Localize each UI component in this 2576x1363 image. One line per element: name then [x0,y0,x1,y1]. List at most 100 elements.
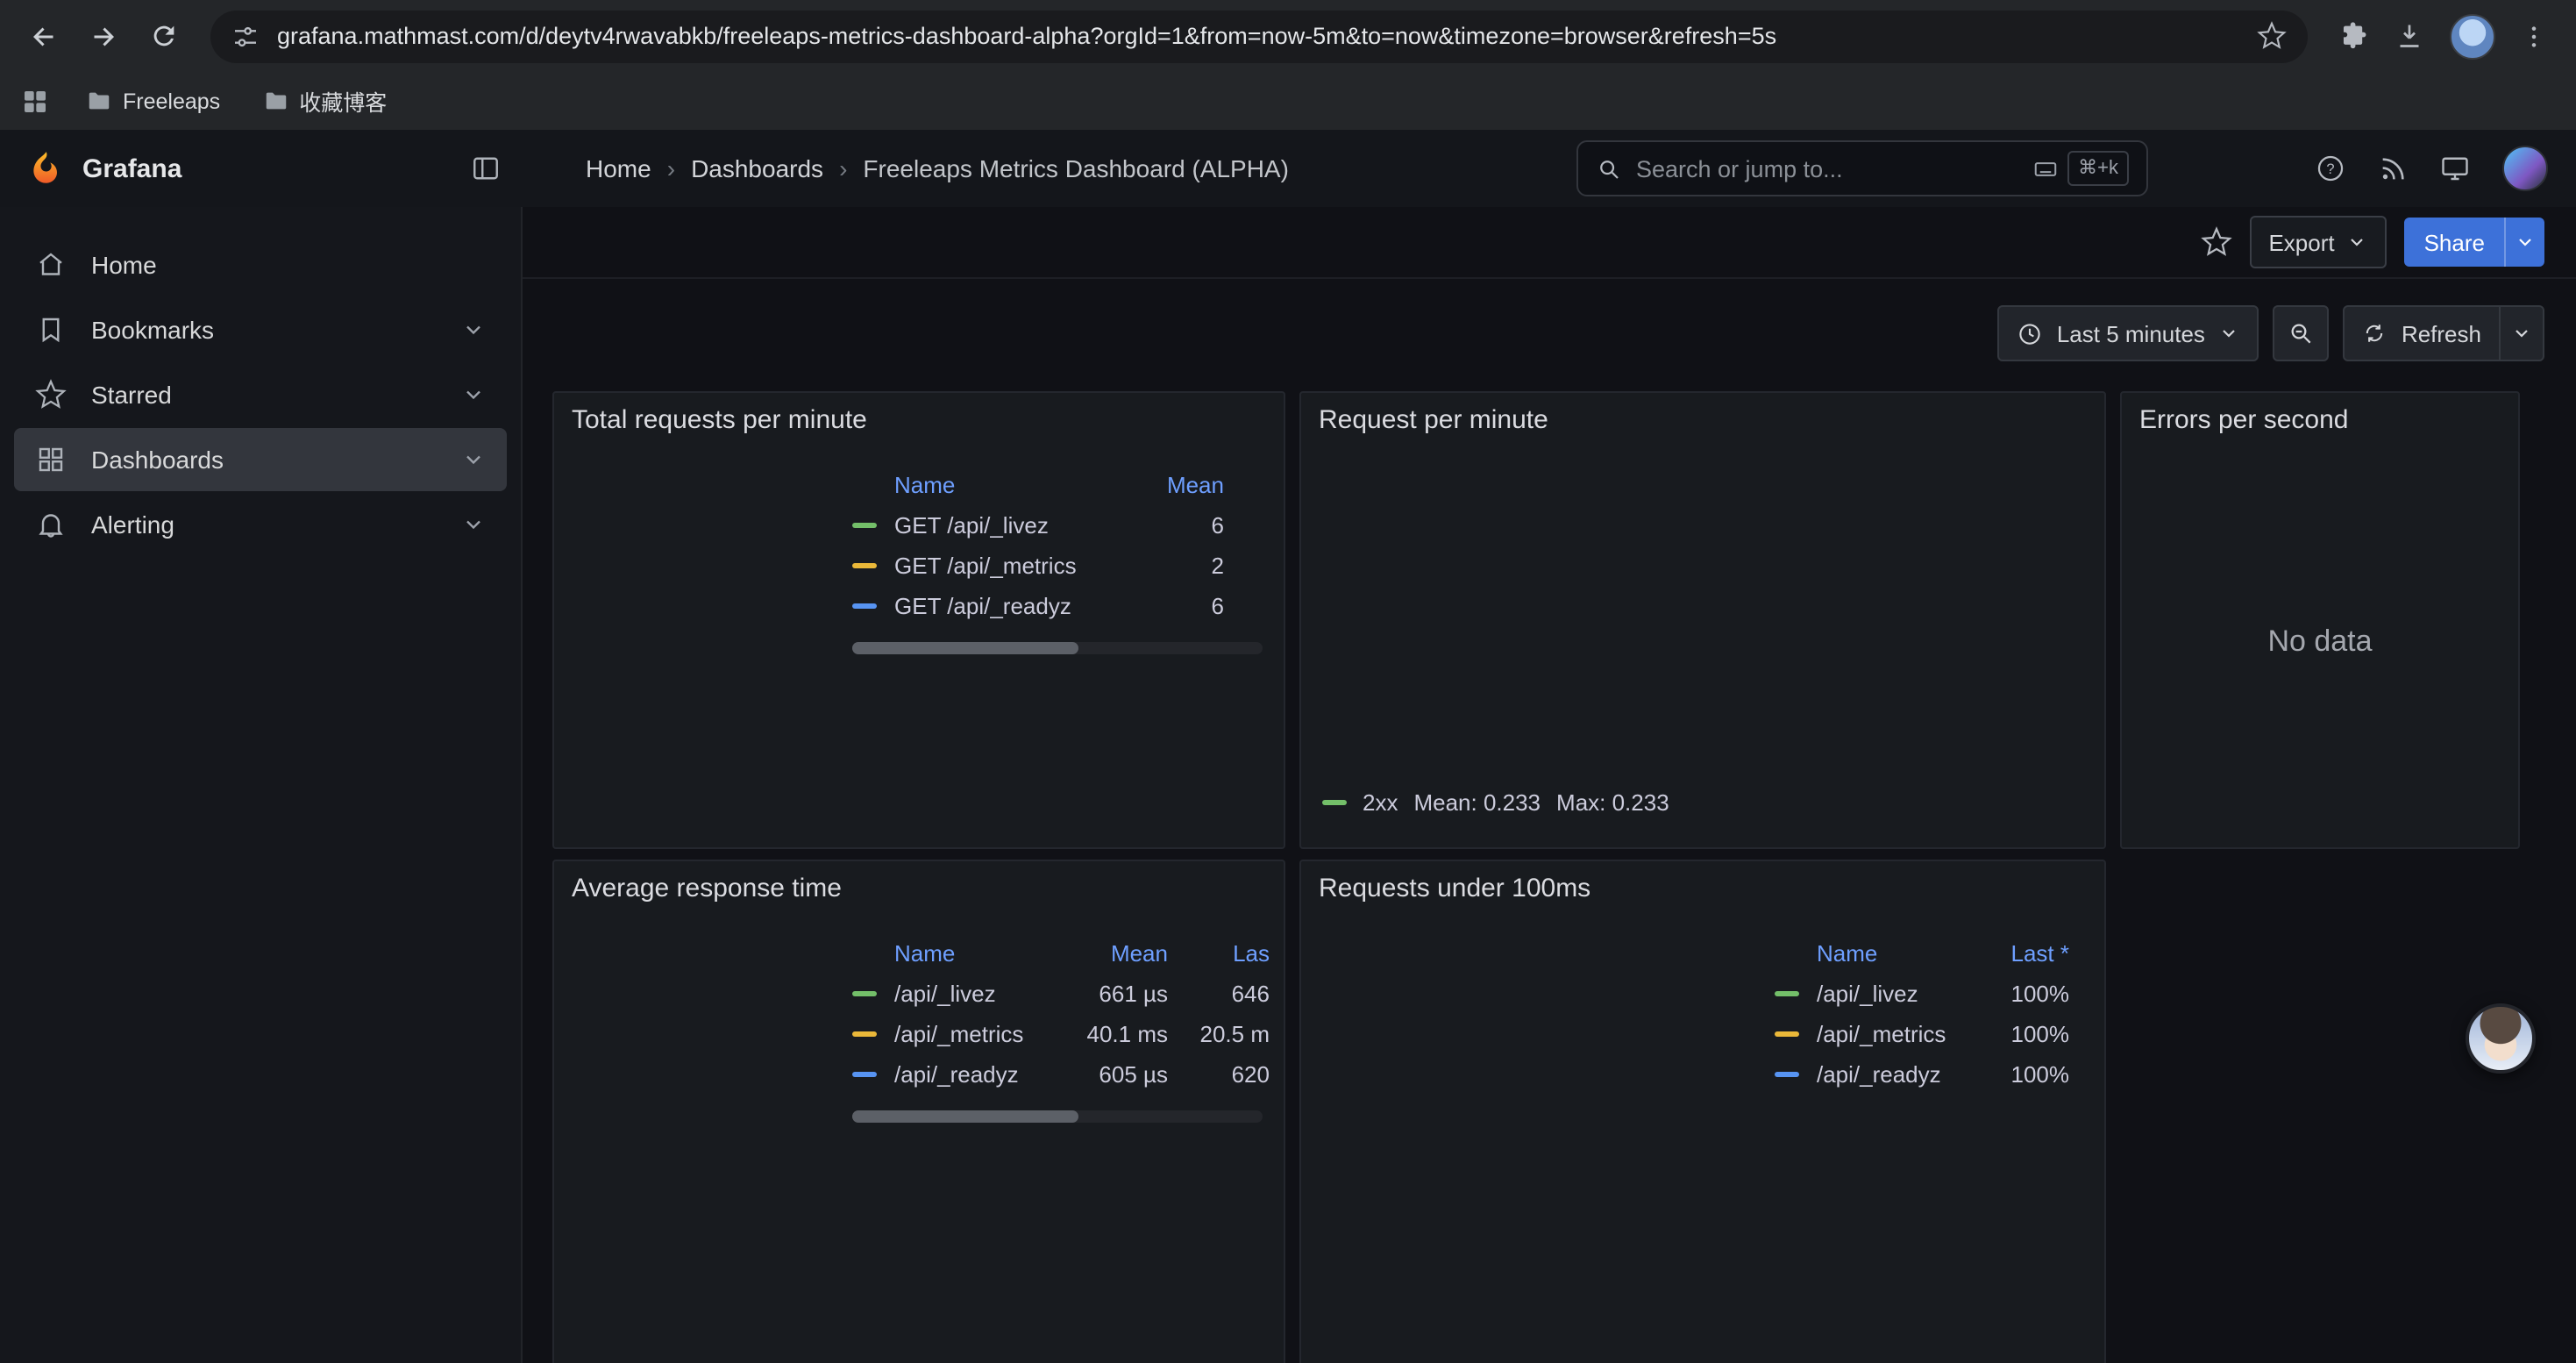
export-button[interactable]: Export [2249,216,2387,268]
bookmark-item[interactable]: Freeleaps [70,82,236,119]
chevron-down-icon[interactable] [461,447,486,472]
panel-legend: Name Mean GET /api/_livez 6 GET /api/_me… [852,463,1224,626]
legend-row[interactable]: /api/_readyz 100% [1775,1054,2069,1095]
legend-row[interactable]: GET /api/_livez 6 [852,505,1224,546]
bookmark-icon [35,314,67,346]
legend-row[interactable]: /api/_metrics 100% [1775,1014,2069,1054]
sidebar-item-starred[interactable]: Starred [14,363,507,426]
breadcrumb-home[interactable]: Home [586,154,651,182]
breadcrumb-separator: › [667,154,675,182]
legend-row[interactable]: GET /api/_metrics 2 [852,546,1224,586]
series-color-swatch [852,603,877,609]
dock-sidebar-icon[interactable] [470,153,502,184]
brand: Grafana [0,148,523,189]
bookmark-item[interactable]: 收藏博客 [246,79,402,123]
share-button[interactable]: Share [2405,218,2544,267]
share-menu-caret[interactable] [2504,218,2544,267]
legend-row[interactable]: /api/_metrics 40.1 ms 20.5 m [852,1014,1270,1054]
clock-icon [2017,320,2043,346]
sidebar-item-label: Bookmarks [91,316,214,344]
dashboards-grid-icon [35,444,67,475]
sidebar-item-dashboards[interactable]: Dashboards [14,428,507,491]
address-bar[interactable]: grafana.mathmast.com/d/deytv4rwavabkb/fr… [210,10,2308,62]
caret-down-icon [2511,323,2532,344]
series-mean: 40.1 ms [1085,1021,1168,1047]
legend-row[interactable]: /api/_livez 100% [1775,974,2069,1014]
bookmark-star-icon[interactable] [2257,21,2287,51]
keyboard-icon [2032,155,2059,182]
legend-scrollbar[interactable] [852,642,1263,654]
panel-grid: Total requests per minute Name Mean GET … [552,391,2576,1363]
sidebar-item-alerting[interactable]: Alerting [14,493,507,556]
legend-row[interactable]: /api/_livez 661 µs 646 [852,974,1270,1014]
series-name: /api/_livez [1817,981,2011,1007]
sidebar-item-label: Alerting [91,510,174,539]
legend-header-mean[interactable]: Mean [1043,939,1168,966]
extensions-icon[interactable] [2339,21,2369,51]
search-input[interactable]: Search or jump to... ⌘+k [1576,140,2148,196]
series-color-swatch [852,1031,877,1037]
breadcrumb-current: Freeleaps Metrics Dashboard (ALPHA) [863,154,1289,182]
scrollbar-thumb[interactable] [852,1110,1078,1123]
site-info-icon[interactable] [231,22,260,50]
breadcrumb-dashboards[interactable]: Dashboards [691,154,823,182]
download-icon[interactable] [2394,20,2425,52]
assistant-avatar[interactable] [2466,1003,2536,1074]
grafana-app: Grafana Home › Dashboards › Freeleaps Me… [0,130,2576,1363]
apps-grid-icon[interactable] [21,87,49,115]
legend-header-name[interactable]: Name [1817,939,2011,966]
legend-header-name[interactable]: Name [894,939,1043,966]
panel-average-response-time: Average response time Name Mean Las /api… [552,860,1285,1363]
series-last: 100% [2011,1061,2070,1088]
grafana-header: Grafana Home › Dashboards › Freeleaps Me… [0,130,2576,209]
series-last: 100% [2011,981,2070,1007]
breadcrumb-separator: › [839,154,847,182]
legend-scrollbar[interactable] [852,1110,1263,1123]
search-shortcut: ⌘+k [2032,151,2129,186]
legend-row[interactable]: GET /api/_readyz 6 [852,586,1224,626]
help-icon[interactable]: ? [2315,153,2346,184]
caret-down-icon [2347,232,2368,253]
refresh-button[interactable]: Refresh [2344,305,2544,361]
back-button[interactable] [18,10,70,62]
chevron-down-icon[interactable] [461,318,486,342]
series-name: /api/_metrics [1817,1021,2011,1047]
sidebar-item-home[interactable]: Home [14,233,507,296]
legend-header-mean[interactable]: Mean [1167,471,1224,497]
time-range-picker[interactable]: Last 5 minutes [1997,305,2259,361]
sidebar-item-bookmarks[interactable]: Bookmarks [14,298,507,361]
legend-row[interactable]: /api/_readyz 605 µs 620 [852,1054,1270,1095]
series-name: GET /api/_livez [894,512,1212,539]
forward-button[interactable] [77,10,130,62]
folder-icon [86,88,112,114]
panel-title[interactable]: Errors per second [2139,405,2348,435]
legend-header-last[interactable]: Last * [2011,939,2070,966]
dashboard-main: Export Share Last 5 minutes [523,207,2576,1363]
refresh-icon [2363,321,2387,346]
chevron-down-icon[interactable] [461,382,486,407]
browser-menu-icon[interactable] [2520,22,2548,50]
user-avatar[interactable] [2502,146,2548,191]
url-text[interactable]: grafana.mathmast.com/d/deytv4rwavabkb/fr… [277,23,2239,49]
refresh-interval-caret[interactable] [2499,307,2543,360]
zoom-out-button[interactable] [2274,305,2330,361]
browser-profile-avatar[interactable] [2450,13,2495,59]
legend-header-last[interactable]: Las [1168,939,1270,966]
search-icon [1596,155,1622,182]
monitor-icon[interactable] [2439,153,2471,184]
bookmark-label: 收藏博客 [299,84,387,118]
grafana-logo[interactable] [25,148,65,189]
reload-button[interactable] [137,10,189,62]
scrollbar-thumb[interactable] [852,642,1078,654]
chevron-down-icon[interactable] [461,512,486,537]
news-rss-icon[interactable] [2378,153,2408,183]
series-mean: 6 [1212,593,1224,619]
brand-name: Grafana [82,153,181,183]
series-last: 620 [1168,1061,1270,1088]
series-name: /api/_metrics [894,1021,1085,1047]
favorite-star-icon[interactable] [2200,226,2231,258]
sidebar-item-label: Dashboards [91,446,224,474]
series-name: /api/_readyz [1817,1061,2011,1088]
series-name[interactable]: 2xx [1363,789,1398,816]
legend-header-name[interactable]: Name [894,471,1167,497]
